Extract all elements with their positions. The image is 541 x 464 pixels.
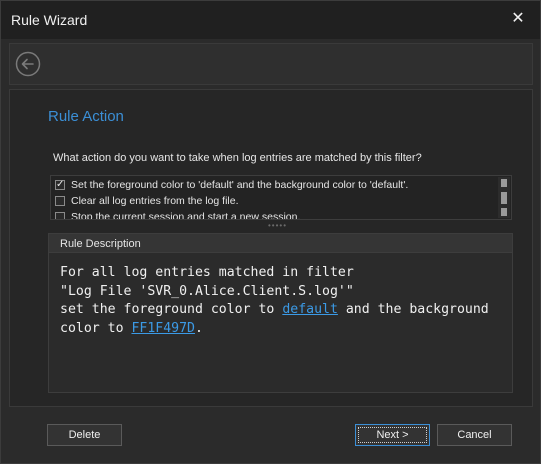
action-label: Clear all log entries from the log file.: [71, 195, 239, 207]
splitter-grip[interactable]: •••••: [268, 222, 286, 230]
description-line: and the background: [337, 302, 489, 317]
description-text: For all log entries matched in filter "L…: [60, 264, 505, 338]
description-line: .: [195, 320, 203, 336]
foreground-color-link[interactable]: default: [282, 302, 338, 317]
description-line: set the foreground color to: [60, 302, 283, 317]
rule-description-panel: Rule Description For all log entries mat…: [48, 233, 513, 393]
action-checklist[interactable]: ✓ Set the foreground color to 'default' …: [50, 175, 512, 220]
scroll-up-arrow[interactable]: [501, 179, 507, 187]
description-line: For all log entries matched in filter: [60, 265, 354, 280]
action-label: Set the foreground color to 'default' an…: [71, 179, 409, 191]
scroll-thumb[interactable]: [501, 192, 507, 204]
rule-wizard-window: Rule Wizard ✕ Rule Action What action do…: [0, 0, 541, 464]
cancel-button[interactable]: Cancel: [437, 424, 512, 446]
scroll-down-arrow[interactable]: [501, 208, 507, 216]
background-color-link[interactable]: FF1F497D: [131, 321, 195, 336]
page-heading: Rule Action: [48, 108, 124, 125]
focus-ring: [358, 427, 427, 443]
description-line: "Log File 'SVR_0.Alice.Client.S.log'": [60, 283, 354, 299]
action-label: Stop the current session and start a new…: [71, 211, 301, 220]
action-checkbox-clear-log[interactable]: [55, 196, 65, 206]
delete-button[interactable]: Delete: [47, 424, 122, 446]
checkmark-icon: ✓: [56, 179, 65, 190]
navigation-bar: [9, 43, 533, 85]
description-header: Rule Description: [49, 234, 512, 253]
description-line: color to: [60, 320, 132, 336]
list-scrollbar[interactable]: [498, 177, 510, 218]
window-title: Rule Wizard: [11, 12, 88, 28]
wizard-content-panel: Rule Action What action do you want to t…: [9, 89, 533, 407]
action-checkbox-set-colors[interactable]: ✓: [55, 180, 65, 190]
next-button[interactable]: Next >: [355, 424, 430, 446]
action-question: What action do you want to take when log…: [53, 152, 422, 164]
action-checkbox-new-session[interactable]: [55, 212, 65, 219]
description-header-label: Rule Description: [60, 238, 141, 250]
close-icon[interactable]: ✕: [510, 11, 526, 27]
title-bar[interactable]: Rule Wizard ✕: [1, 1, 540, 39]
back-arrow-icon[interactable]: [15, 51, 41, 77]
